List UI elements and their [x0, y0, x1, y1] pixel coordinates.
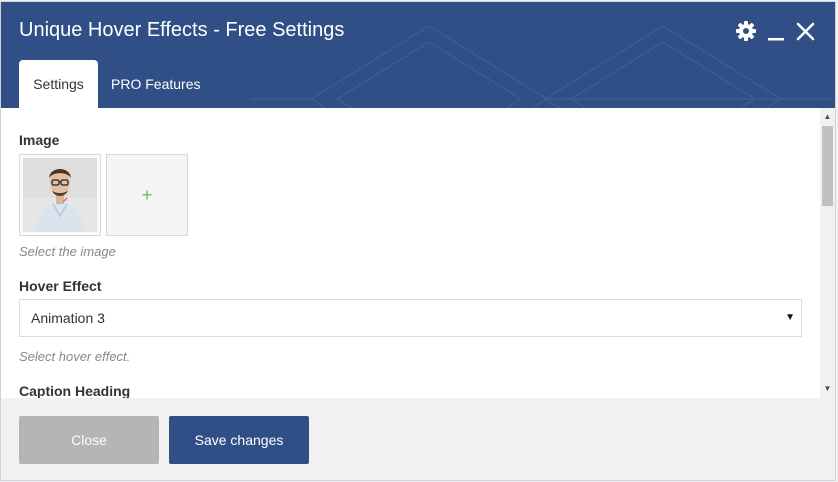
scroll-down-arrow-icon[interactable]: ▼	[820, 382, 835, 396]
minimize-icon[interactable]	[766, 20, 788, 42]
close-button[interactable]: Close	[19, 416, 159, 464]
chevron-down-icon: ▼	[785, 312, 795, 323]
caption-heading-label: Caption Heading	[19, 383, 131, 398]
settings-panel: Image + Select the image Hover Effect An…	[1, 108, 835, 398]
content-scrollbar[interactable]: ▲ ▼	[820, 108, 835, 398]
close-icon[interactable]	[795, 20, 817, 42]
dialog-header: Unique Hover Effects - Free Settings Set…	[1, 2, 835, 108]
gear-icon[interactable]	[735, 20, 757, 42]
image-label: Image	[19, 132, 60, 148]
hover-effect-select[interactable]: Animation 3 ▼	[19, 299, 802, 337]
save-changes-button[interactable]: Save changes	[169, 416, 309, 464]
dialog-title: Unique Hover Effects - Free Settings	[19, 19, 345, 41]
tab-settings[interactable]: Settings	[19, 60, 98, 108]
hover-effect-description: Select hover effect.	[19, 349, 131, 364]
dialog-footer: Close Save changes	[1, 398, 835, 480]
hover-effect-value: Animation 3	[31, 310, 105, 326]
image-description: Select the image	[19, 244, 116, 259]
add-image-button[interactable]: +	[106, 154, 188, 236]
settings-dialog: Unique Hover Effects - Free Settings Set…	[0, 1, 836, 481]
scroll-up-arrow-icon[interactable]: ▲	[820, 110, 835, 124]
scroll-thumb[interactable]	[822, 126, 833, 206]
selected-image-thumbnail[interactable]	[19, 154, 101, 236]
tab-pro-features[interactable]: PRO Features	[111, 60, 200, 108]
hover-effect-label: Hover Effect	[19, 278, 102, 294]
